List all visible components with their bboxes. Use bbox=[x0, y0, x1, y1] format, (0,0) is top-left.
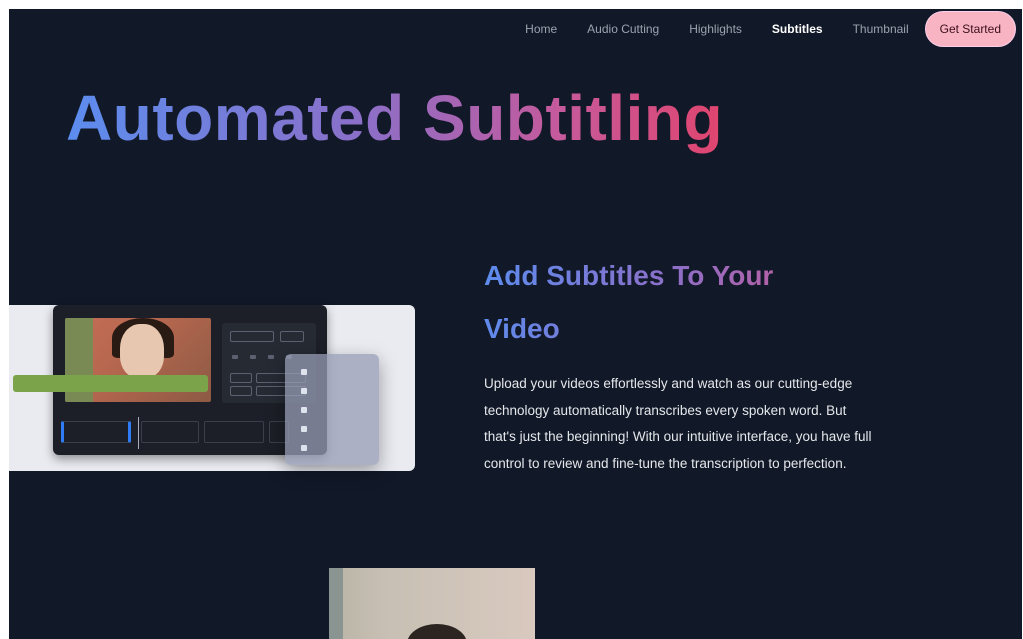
size-select bbox=[280, 331, 304, 342]
timeline-clip bbox=[61, 421, 131, 443]
format-icon bbox=[268, 355, 274, 359]
menu-item bbox=[301, 443, 315, 453]
menu-item bbox=[301, 386, 315, 396]
top-nav: Home Audio Cutting Highlights Subtitles … bbox=[495, 11, 1016, 47]
hero-title: Automated Subtitling bbox=[66, 82, 724, 154]
page-frame: Home Audio Cutting Highlights Subtitles … bbox=[9, 9, 1022, 639]
nav-highlights[interactable]: Highlights bbox=[689, 22, 742, 36]
section-title: Add Subtitles To Your Video bbox=[484, 249, 844, 355]
font-select bbox=[230, 331, 274, 342]
person-head bbox=[407, 624, 467, 639]
menu-item bbox=[301, 405, 315, 415]
section-description: Upload your videos effortlessly and watc… bbox=[484, 376, 872, 471]
subtitle-timeline bbox=[61, 417, 291, 449]
translate-icon bbox=[301, 426, 307, 432]
edit-icon bbox=[301, 388, 307, 394]
bottom-preview-image bbox=[329, 568, 535, 639]
nav-audio-cutting[interactable]: Audio Cutting bbox=[587, 22, 659, 36]
person-face bbox=[120, 324, 164, 378]
option-button bbox=[230, 386, 252, 396]
playhead bbox=[138, 417, 139, 449]
subtitle-overlay bbox=[13, 375, 208, 392]
wand-icon bbox=[301, 369, 307, 375]
menu-item bbox=[301, 367, 315, 377]
feature-menu-card bbox=[285, 354, 379, 465]
menu-item bbox=[301, 424, 315, 434]
format-icon bbox=[232, 355, 238, 359]
timeline-clip bbox=[204, 421, 264, 443]
timeline-clip bbox=[141, 421, 199, 443]
nav-home[interactable]: Home bbox=[525, 22, 557, 36]
nav-subtitles[interactable]: Subtitles bbox=[772, 22, 823, 36]
format-icon bbox=[250, 355, 256, 359]
nav-thumbnail[interactable]: Thumbnail bbox=[853, 22, 909, 36]
get-started-button[interactable]: Get Started bbox=[924, 11, 1016, 47]
settings-icon bbox=[301, 445, 307, 451]
option-button bbox=[230, 373, 252, 383]
file-icon bbox=[301, 407, 307, 413]
